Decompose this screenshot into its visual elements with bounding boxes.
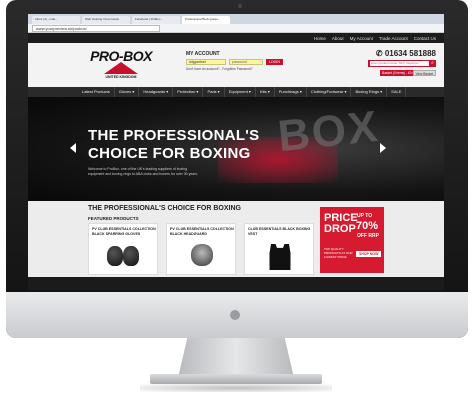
site-header: PRO-BOX UNITED KINGDOM MY ACCOUNT ddgpar… xyxy=(28,43,444,87)
category-nav: Latest Products Gloves ▾ Headguards ▾ Pr… xyxy=(28,87,444,97)
glove-icon xyxy=(107,246,123,266)
up-to-text: UP TO xyxy=(357,213,373,219)
hero-banner: BOX THE PROFESSIONAL'S CHOICE FOR BOXING… xyxy=(28,97,444,201)
monitor-stand xyxy=(178,338,294,378)
search-input[interactable]: enter product name, SKU, keyword... xyxy=(370,61,429,66)
featured-section: THE PROFESSIONAL'S CHOICE FOR BOXING FEA… xyxy=(28,201,444,277)
vest-icon xyxy=(269,244,291,270)
price-drop-text: PRICE DROP xyxy=(324,212,358,235)
featured-heading: FEATURED PRODUCTS xyxy=(88,216,139,221)
apple-logo-icon xyxy=(230,310,240,320)
screen: Inbox (4) - mail... Web Hosting Yours Ho… xyxy=(28,14,444,290)
hero-copy: Welcome to ProBox, one of the UK's leadi… xyxy=(88,167,199,176)
nav-home[interactable]: Home xyxy=(314,36,326,41)
discount-percent: 70% xyxy=(356,220,379,232)
cat-equipment[interactable]: Equipment ▾ xyxy=(225,87,256,97)
browser-tab[interactable]: Facebook | ProBox... xyxy=(132,16,180,24)
cat-kits[interactable]: Kits ▾ xyxy=(256,87,275,97)
browser-tab-active[interactable]: Professional Boxing Equ... xyxy=(182,16,230,24)
cat-rings[interactable]: Boxing Rings ▾ xyxy=(351,87,388,97)
product-card[interactable]: PV CLUB ESSENTIALS COLLECTION BLACK HEAD… xyxy=(166,223,236,275)
promo-note: TOP QUALITY PRODUCTS AT OUR LOWEST PRICE xyxy=(324,247,353,259)
product-name[interactable]: PV CLUB ESSENTIALS COLLECTION BLACK HEAD… xyxy=(170,227,234,237)
product-name[interactable]: CLUB ESSENTIALS BLACK BOXING VEST xyxy=(248,227,312,237)
search-bar: enter product name, SKU, keyword... ⌕ xyxy=(368,60,436,67)
account-title: MY ACCOUNT xyxy=(186,51,220,57)
stand-shadow xyxy=(140,384,332,392)
view-basket-button[interactable]: View Basket xyxy=(412,70,436,76)
hero-title-line1: THE PROFESSIONAL'S xyxy=(88,127,260,144)
price-drop-banner[interactable]: PRICE DROP UP TO 70% OFF RRP TOP QUALITY… xyxy=(320,207,384,273)
product-name[interactable]: PV CLUB ESSENTIALS COLLECTION BLACK SPAR… xyxy=(92,227,156,237)
top-nav: Home About My Account Trade Account Cont… xyxy=(28,33,444,43)
logo-subtext: UNITED KINGDOM xyxy=(105,75,137,79)
slider-prev-icon[interactable] xyxy=(70,143,76,153)
cat-headguards[interactable]: Headguards ▾ xyxy=(139,87,174,97)
browser-tab-bar: Inbox (4) - mail... Web Hosting Yours Ho… xyxy=(28,14,444,24)
cat-pads[interactable]: Pads ▾ xyxy=(203,87,225,97)
cat-gloves[interactable]: Gloves ▾ xyxy=(115,87,140,97)
cat-sale[interactable]: SALE xyxy=(387,87,407,97)
hero-title-line2: CHOICE FOR BOXING xyxy=(88,145,251,162)
hero-bg-text: BOX xyxy=(275,101,382,162)
cat-latest[interactable]: Latest Products xyxy=(78,87,115,97)
product-card[interactable]: CLUB ESSENTIALS BLACK BOXING VEST xyxy=(244,223,314,275)
login-button[interactable]: LOGIN xyxy=(266,59,283,65)
browser-tab[interactable]: Inbox (4) - mail... xyxy=(32,16,80,24)
account-links[interactable]: Don't have an account? - Forgotten Passw… xyxy=(186,67,296,71)
product-card[interactable]: PV CLUB ESSENTIALS COLLECTION BLACK SPAR… xyxy=(88,223,158,275)
nav-about[interactable]: About xyxy=(332,36,344,41)
nav-trade-account[interactable]: Trade Account xyxy=(379,36,408,41)
camera-icon xyxy=(238,4,242,8)
password-field[interactable]: password xyxy=(229,59,263,65)
nav-contact[interactable]: Contact Us xyxy=(414,36,436,41)
headguard-icon xyxy=(191,244,213,266)
address-bar: www.yourpreview.uk/probox/ xyxy=(28,24,444,33)
nav-my-account[interactable]: My Account xyxy=(350,36,373,41)
phone-text: 01634 581888 xyxy=(384,49,436,58)
section-title: THE PROFESSIONAL'S CHOICE FOR BOXING xyxy=(88,205,241,212)
monitor-foot xyxy=(150,374,322,384)
phone-number: ✆ 01634 581888 xyxy=(375,49,436,58)
account-panel: MY ACCOUNT ddgpartner password LOGIN Don… xyxy=(186,51,296,71)
search-icon[interactable]: ⌕ xyxy=(429,60,436,67)
glove-icon xyxy=(123,246,139,266)
url-input[interactable]: www.yourpreview.uk/probox/ xyxy=(32,24,160,32)
logo-text: PRO-BOX xyxy=(90,48,152,64)
slider-next-icon[interactable] xyxy=(380,143,386,153)
cat-punchbags[interactable]: Punchbags ▾ xyxy=(275,87,307,97)
username-field[interactable]: ddgpartner xyxy=(186,59,226,65)
cat-clothing[interactable]: Clothing/Footwear ▾ xyxy=(307,87,352,97)
shop-now-button[interactable]: SHOP NOW xyxy=(356,251,382,257)
probox-logo[interactable]: PRO-BOX UNITED KINGDOM xyxy=(90,48,152,82)
off-rrp-text: OFF RRP xyxy=(357,233,379,239)
cat-protection[interactable]: Protection ▾ xyxy=(173,87,204,97)
browser-tab[interactable]: Web Hosting Yours Hosts xyxy=(82,16,130,24)
